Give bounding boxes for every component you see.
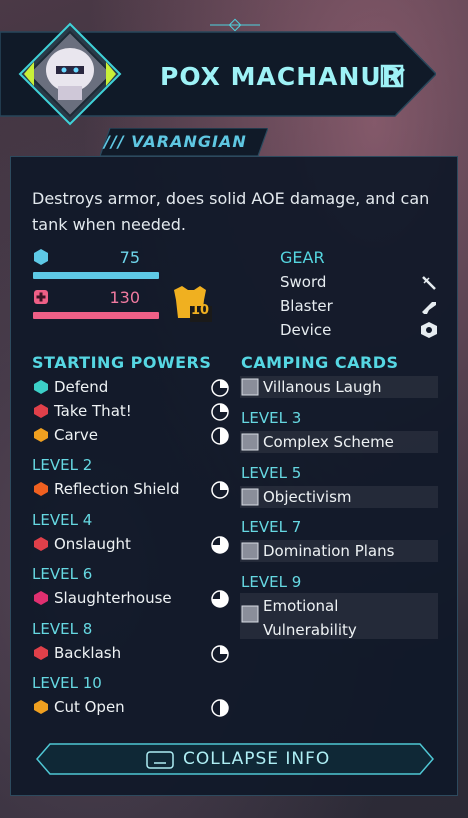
camping-level-label: LEVEL 9 (241, 572, 302, 591)
camping-level-label: LEVEL 5 (241, 463, 302, 482)
speed-clock-icon (211, 699, 229, 717)
health-value: 130 (109, 288, 140, 307)
power-label[interactable]: Carve (54, 426, 98, 444)
power-level-label: LEVEL 4 (32, 510, 93, 529)
objectivism-icon (241, 488, 259, 505)
power-label[interactable]: Take That! (54, 402, 132, 420)
gear-item-sword: Sword (280, 273, 327, 291)
blaster-icon (422, 302, 436, 314)
shield-bar (33, 272, 159, 279)
power-level-label: LEVEL 10 (32, 674, 102, 692)
speed-clock-icon (211, 535, 229, 554)
defend-icon (34, 380, 48, 394)
power-label[interactable]: Cut Open (54, 698, 125, 716)
health-stat-icon (34, 290, 48, 304)
camping-card-label[interactable]: Objectivism (263, 488, 352, 506)
carve-icon (34, 428, 48, 442)
character-portrait[interactable] (18, 22, 122, 126)
collapse-info-label: COLLAPSE INFO (183, 749, 331, 769)
camping-card-label[interactable]: Vulnerability (263, 621, 357, 639)
take-that-icon (34, 404, 48, 418)
cut-open-icon (34, 700, 48, 714)
power-level-label: LEVEL 6 (32, 565, 93, 583)
backlash-icon (34, 645, 48, 660)
power-label[interactable]: Reflection Shield (54, 480, 180, 498)
gear-item-device: Device (280, 321, 332, 339)
camping-level-label: LEVEL 3 (241, 409, 302, 427)
camping-card-label[interactable]: Emotional (263, 597, 338, 615)
speed-clock-icon (211, 590, 229, 608)
armor-badge: 10 (191, 303, 210, 318)
character-description: Destroys armor, does solid AOE damage, a… (32, 189, 430, 234)
character-name: POX MACHANUR (160, 62, 402, 91)
camping-card-label[interactable]: Complex Scheme (263, 433, 394, 451)
speed-clock-icon (211, 644, 229, 663)
speed-clock-icon (211, 379, 229, 397)
starting-powers-title: STARTING POWERS (32, 353, 212, 372)
edit-name-icon[interactable] (380, 62, 408, 90)
power-label[interactable]: Backlash (54, 644, 121, 662)
power-level-label: LEVEL 8 (32, 619, 93, 638)
keyboard-key-icon (146, 751, 174, 769)
emotional-vulnerability-icon (241, 605, 259, 622)
shield-value: 75 (119, 248, 140, 267)
onslaught-icon (34, 536, 48, 551)
slaughterhouse-icon (34, 591, 48, 605)
health-bar (33, 312, 159, 319)
device-icon (421, 322, 437, 338)
shield-stat-icon (34, 249, 48, 265)
speed-clock-icon (211, 481, 229, 499)
sword-icon (422, 276, 436, 290)
speed-clock-icon (211, 403, 229, 421)
class-label: /// VARANGIAN (104, 132, 247, 151)
domination-plans-icon (241, 542, 259, 560)
camping-level-label: LEVEL 7 (241, 518, 302, 536)
power-label[interactable]: Onslaught (54, 535, 131, 553)
reflection-shield-icon (34, 482, 48, 496)
gear-item-blaster: Blaster (280, 297, 333, 315)
camping-cards-title: CAMPING CARDS (241, 353, 399, 372)
power-label[interactable]: Defend (54, 378, 108, 396)
complex-scheme-icon (241, 433, 259, 451)
villanous-laugh-icon (241, 378, 259, 396)
speed-clock-icon (211, 427, 229, 445)
camping-card-label[interactable]: Domination Plans (263, 542, 394, 560)
power-level-label: LEVEL 2 (32, 456, 93, 474)
gear-title: GEAR (280, 248, 325, 267)
power-label[interactable]: Slaughterhouse (54, 589, 172, 607)
camping-card-label[interactable]: Villanous Laugh (263, 378, 381, 396)
